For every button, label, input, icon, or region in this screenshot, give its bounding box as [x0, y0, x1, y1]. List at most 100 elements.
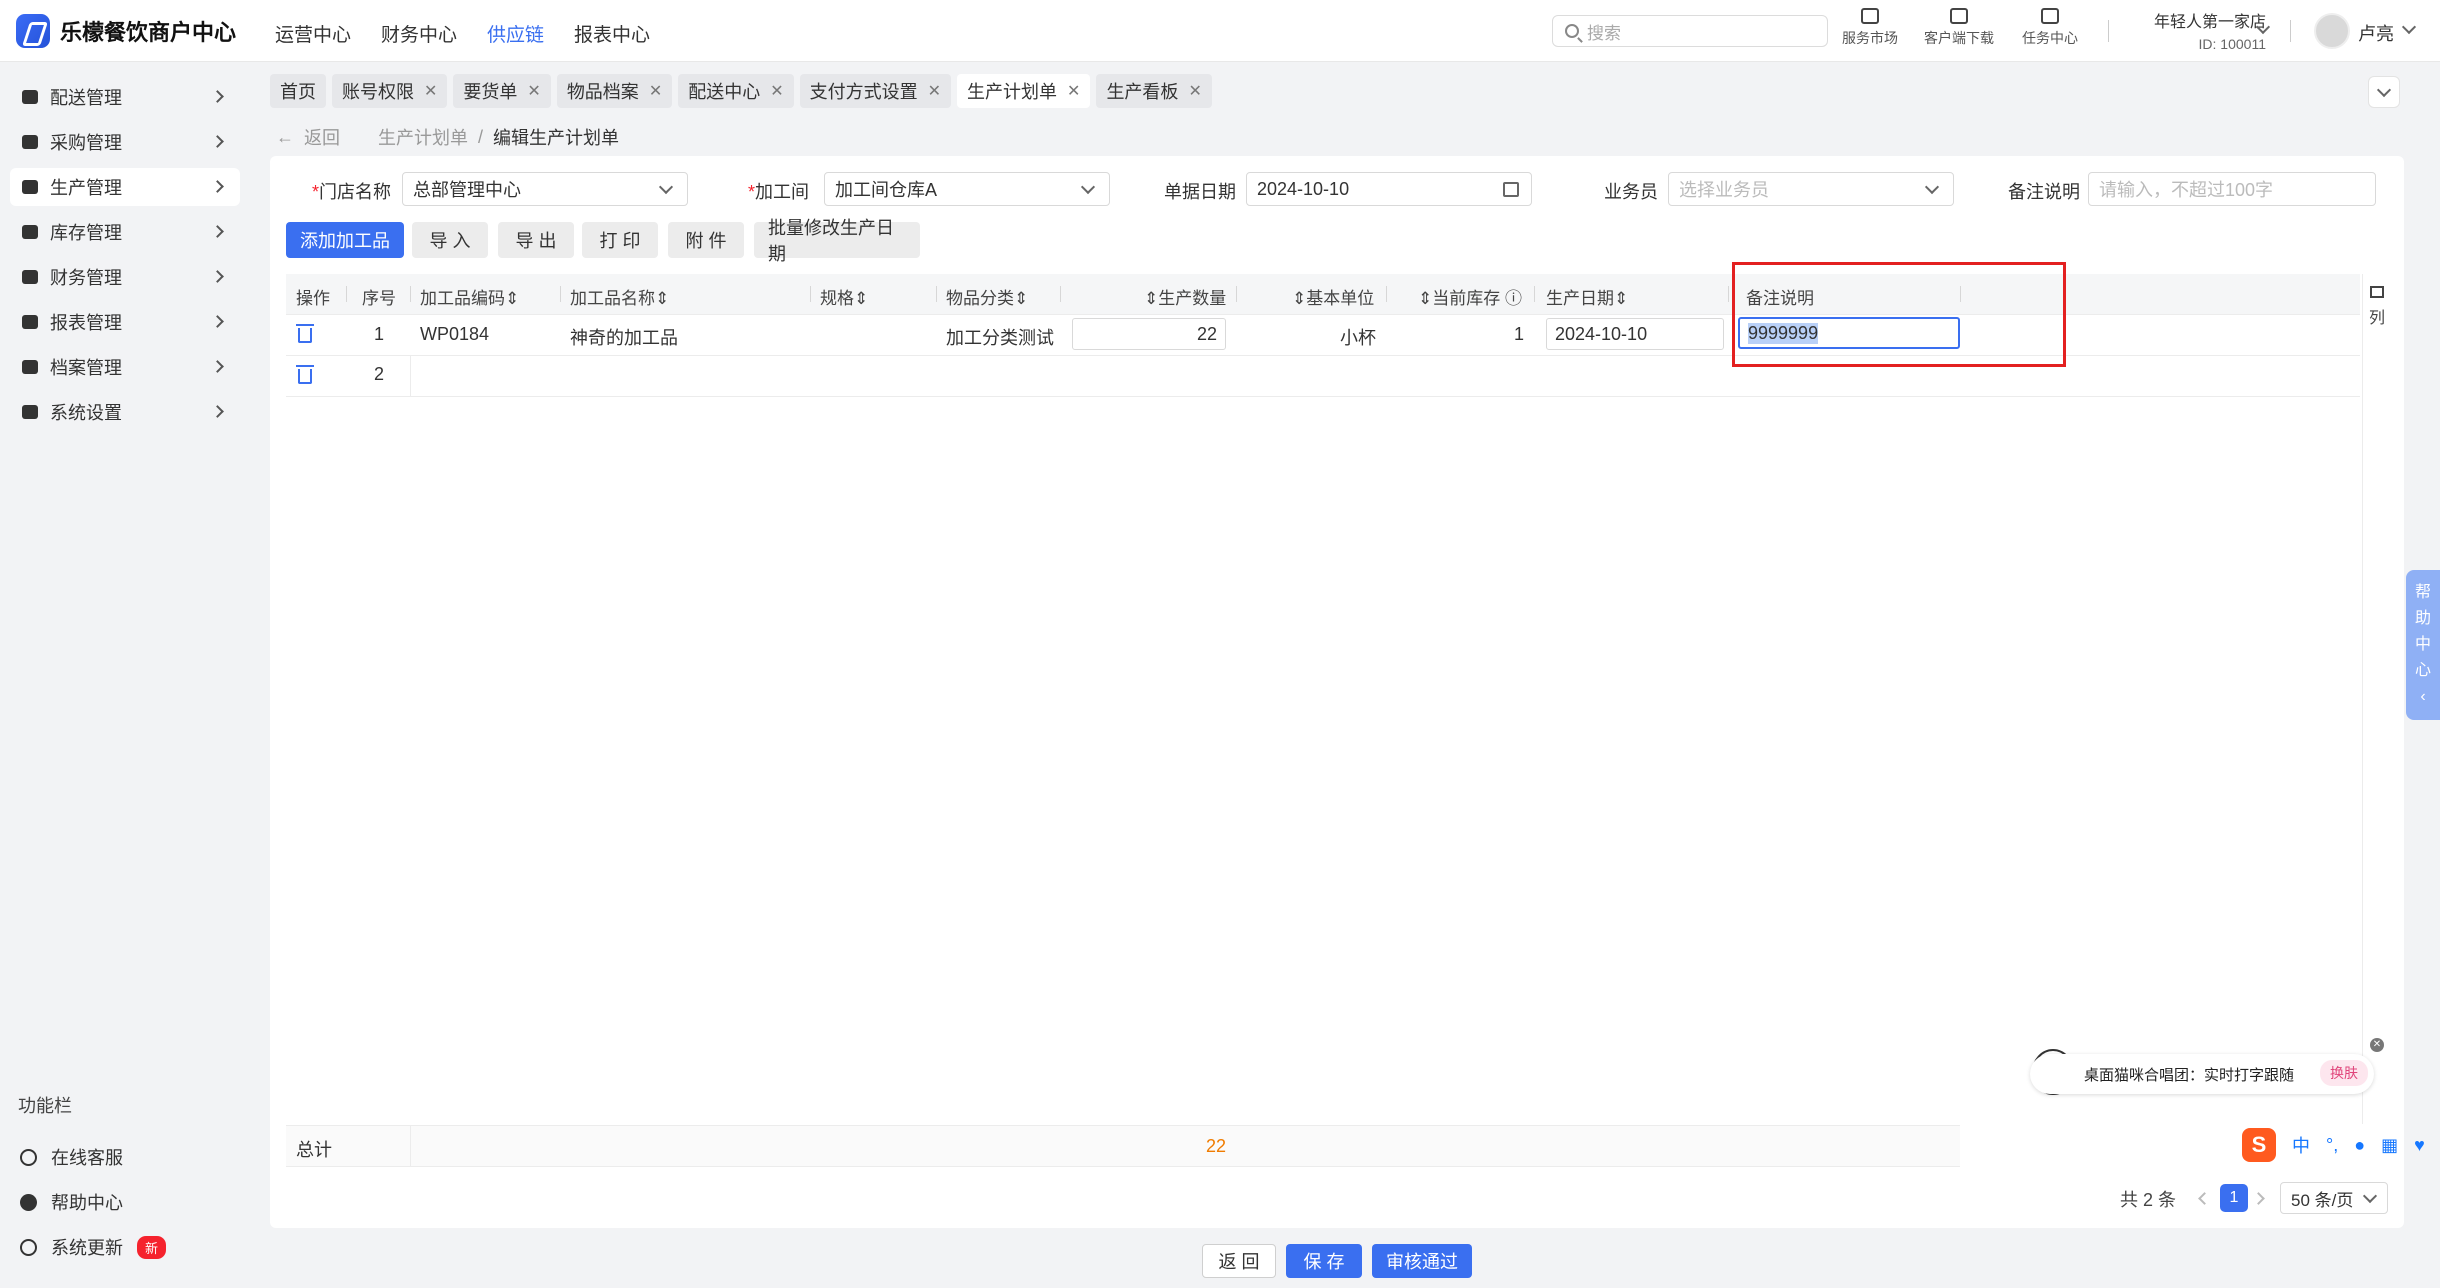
column-divider	[346, 286, 347, 302]
tab-item-archive[interactable]: 物品档案 ✕	[556, 74, 673, 108]
ime-mode-toggle[interactable]: 中	[2292, 1132, 2310, 1158]
qty-input[interactable]: 22	[1072, 318, 1226, 350]
skin-shirt-icon[interactable]: ♥	[2414, 1135, 2425, 1156]
sidebar-item-label: 配送管理	[50, 88, 122, 108]
import-button[interactable]: 导 入	[412, 222, 488, 258]
client-download-button[interactable]: 客户端下载	[1924, 8, 1994, 48]
approve-button[interactable]: 审核通过	[1372, 1244, 1472, 1278]
tab-home[interactable]: 首页	[270, 74, 326, 108]
header-stock[interactable]: ⇕当前库存 ⓘ	[1418, 284, 1522, 309]
breadcrumb: ← 返回 生产计划单 / 编辑生产计划单	[276, 124, 619, 150]
tabs-more-button[interactable]	[2368, 76, 2400, 108]
delete-icon[interactable]	[296, 365, 314, 384]
page-number[interactable]: 1	[2220, 1184, 2248, 1212]
tab-production-plan[interactable]: 生产计划单 ✕	[957, 74, 1091, 108]
header-unit[interactable]: ⇕基本单位	[1292, 284, 1374, 309]
task-center-button[interactable]: 任务中心	[2022, 8, 2078, 48]
store-select[interactable]: 总部管理中心	[402, 172, 688, 206]
online-service-link[interactable]: 在线客服	[20, 1144, 123, 1170]
header-name[interactable]: 加工品名称⇕	[570, 284, 669, 309]
batch-edit-date-button[interactable]: 批量修改生产日期	[754, 218, 920, 264]
avatar[interactable]	[2314, 13, 2350, 49]
sidebar-item-archive[interactable]: 档案管理	[10, 348, 240, 386]
breadcrumb-parent[interactable]: 生产计划单	[378, 124, 468, 150]
close-icon[interactable]: ✕	[2370, 1038, 2384, 1052]
save-button[interactable]: 保 存	[1286, 1244, 1362, 1278]
ime-skin-button[interactable]: 换肤	[2320, 1060, 2368, 1086]
tab-payment-settings[interactable]: 支付方式设置 ✕	[799, 74, 952, 108]
row-unit: 小杯	[1340, 328, 1376, 348]
close-icon[interactable]: ✕	[527, 81, 540, 101]
attachment-button[interactable]: 附 件	[668, 222, 744, 258]
question-icon[interactable]: ⓘ	[1505, 289, 1522, 308]
sidebar-item-production[interactable]: 生产管理	[10, 168, 240, 206]
workshop-select[interactable]: 加工间仓库A	[824, 172, 1110, 206]
nav-report[interactable]: 报表中心	[574, 20, 650, 47]
close-icon[interactable]: ✕	[424, 81, 437, 101]
service-market-button[interactable]: 服务市场	[1842, 8, 1898, 48]
header-code[interactable]: 加工品编码⇕	[420, 284, 519, 309]
close-icon[interactable]: ✕	[770, 81, 783, 101]
page-size-select[interactable]: 50 条/页	[2280, 1182, 2388, 1214]
close-icon[interactable]: ✕	[1067, 81, 1080, 101]
microphone-icon[interactable]: ●	[2354, 1135, 2365, 1156]
header-category[interactable]: 物品分类⇕	[946, 284, 1028, 309]
breadcrumb-back[interactable]: 返回	[304, 124, 340, 150]
chevron-down-icon	[2376, 82, 2392, 98]
delete-icon[interactable]	[296, 324, 314, 343]
search-input[interactable]: 搜索	[1552, 15, 1828, 47]
tab-account[interactable]: 账号权限 ✕	[332, 74, 448, 108]
sidebar-item-report[interactable]: 报表管理	[10, 303, 240, 341]
column-divider	[410, 356, 411, 396]
sidebar-item-settings[interactable]: 系统设置	[10, 393, 240, 431]
sidebar-item-finance[interactable]: 财务管理	[10, 258, 240, 296]
total-row	[286, 1125, 1960, 1167]
row-divider	[286, 396, 2360, 397]
nav-supply-chain[interactable]: 供应链	[487, 20, 544, 47]
sidebar-item-delivery[interactable]: 配送管理	[10, 78, 240, 116]
column-divider	[410, 1126, 411, 1166]
date-picker[interactable]: 2024-10-10	[1246, 172, 1532, 206]
close-icon[interactable]: ✕	[928, 81, 941, 101]
user-name[interactable]: 卢亮	[2358, 20, 2394, 46]
close-icon[interactable]: ✕	[1188, 81, 1201, 101]
help-center-link[interactable]: 帮助中心	[20, 1189, 123, 1215]
column-settings-label: 列	[2368, 310, 2385, 327]
tab-label: 支付方式设置	[809, 82, 918, 102]
system-update-link[interactable]: 系统更新 新	[20, 1234, 167, 1260]
production-date-input[interactable]: 2024-10-10	[1546, 318, 1724, 350]
ime-skin-popup[interactable]: 桌面猫咪合唱团：实时打字跟随 换肤	[2030, 1054, 2374, 1094]
salesman-select[interactable]: 选择业务员	[1668, 172, 1954, 206]
help-center-float[interactable]: 帮助中心 ‹	[2406, 570, 2440, 720]
tab-requisition[interactable]: 要货单 ✕	[453, 74, 551, 108]
keyboard-icon[interactable]: ▦	[2381, 1135, 2398, 1156]
header-qty[interactable]: ⇕生产数量	[1144, 284, 1226, 309]
header-date[interactable]: 生产日期⇕	[1546, 284, 1628, 309]
nav-finance[interactable]: 财务中心	[381, 20, 457, 47]
back-button[interactable]: 返 回	[1202, 1244, 1276, 1278]
app-logo[interactable]: 乐檬餐饮商户中心	[16, 14, 236, 48]
close-icon[interactable]: ✕	[649, 81, 662, 101]
back-arrow-icon[interactable]: ←	[276, 127, 294, 148]
sogou-logo-icon[interactable]: S	[2242, 1128, 2276, 1162]
highlight-box	[1732, 262, 2066, 367]
header-spec[interactable]: 规格⇕	[820, 284, 868, 309]
row-code: WP0184	[420, 324, 490, 344]
ledger-icon	[22, 270, 38, 284]
sidebar-item-inventory[interactable]: 库存管理	[10, 213, 240, 251]
punctuation-icon[interactable]: °,	[2326, 1135, 2338, 1156]
tab-production-board[interactable]: 生产看板 ✕	[1096, 74, 1212, 108]
remark-input[interactable]: 请输入，不超过100字	[2088, 172, 2376, 206]
export-button[interactable]: 导 出	[498, 222, 574, 258]
nav-operation[interactable]: 运营中心	[275, 20, 351, 47]
chevron-right-icon	[211, 270, 224, 283]
sidebar-item-purchase[interactable]: 采购管理	[10, 123, 240, 161]
store-switcher[interactable]: 年轻人第一家店 ID: 100011	[2136, 8, 2266, 52]
client-download-label: 客户端下载	[1924, 30, 1994, 46]
add-product-button[interactable]: 添加加工品	[286, 222, 404, 258]
column-settings-button[interactable]: 列	[2364, 286, 2390, 328]
row-stock: 1	[1514, 324, 1525, 344]
breadcrumb-separator: /	[478, 126, 484, 147]
print-button[interactable]: 打 印	[582, 222, 658, 258]
tab-delivery-center[interactable]: 配送中心 ✕	[678, 74, 794, 108]
